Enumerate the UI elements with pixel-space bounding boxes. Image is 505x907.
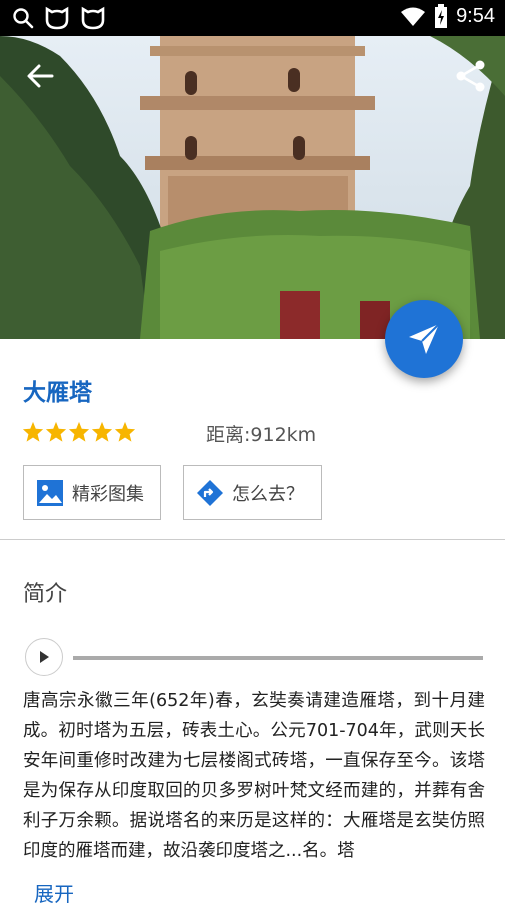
navigate-fab-button[interactable] bbox=[385, 300, 463, 378]
gallery-button-label: 精彩图集 bbox=[72, 483, 144, 505]
route-button[interactable]: 怎么去？ bbox=[183, 465, 322, 520]
image-gallery-icon bbox=[37, 479, 63, 506]
intro-description: 唐高宗永徽三年(652年)春，玄奘奏请建造雁塔，到十月建成。初时塔为五层，砖表土… bbox=[23, 691, 485, 861]
search-icon bbox=[13, 8, 34, 29]
route-button-label: 怎么去？ bbox=[232, 483, 304, 505]
play-icon bbox=[40, 651, 49, 663]
distance-text: 距离:912km bbox=[206, 424, 317, 446]
cat-app-icon bbox=[81, 6, 105, 30]
audio-player bbox=[25, 638, 485, 678]
status-time: 9:54 bbox=[456, 4, 495, 27]
star-icon bbox=[91, 421, 113, 442]
star-icon bbox=[114, 421, 136, 442]
star-icon bbox=[68, 421, 90, 442]
cat-app-icon bbox=[45, 6, 69, 30]
star-icon bbox=[22, 421, 44, 442]
back-arrow-icon[interactable] bbox=[22, 58, 58, 94]
status-right-icons: 9:54 bbox=[400, 4, 495, 28]
pagoda-photo bbox=[0, 36, 505, 339]
status-left-icons bbox=[12, 6, 106, 30]
place-title: 大雁塔 bbox=[23, 380, 92, 406]
star-icon bbox=[45, 421, 67, 442]
rating-stars bbox=[22, 421, 136, 443]
hero-image bbox=[0, 36, 505, 339]
directions-icon bbox=[197, 479, 223, 506]
play-button[interactable] bbox=[25, 638, 63, 676]
navigation-send-icon bbox=[409, 323, 440, 354]
battery-icon bbox=[435, 4, 448, 28]
share-icon[interactable] bbox=[453, 58, 489, 94]
wifi-icon bbox=[401, 7, 426, 26]
expand-link[interactable]: 展开 bbox=[34, 878, 74, 907]
divider bbox=[0, 539, 505, 540]
audio-progress-track[interactable] bbox=[73, 656, 483, 660]
intro-title: 简介 bbox=[23, 582, 68, 607]
gallery-button[interactable]: 精彩图集 bbox=[23, 465, 161, 520]
status-bar: 9:54 bbox=[0, 0, 505, 36]
